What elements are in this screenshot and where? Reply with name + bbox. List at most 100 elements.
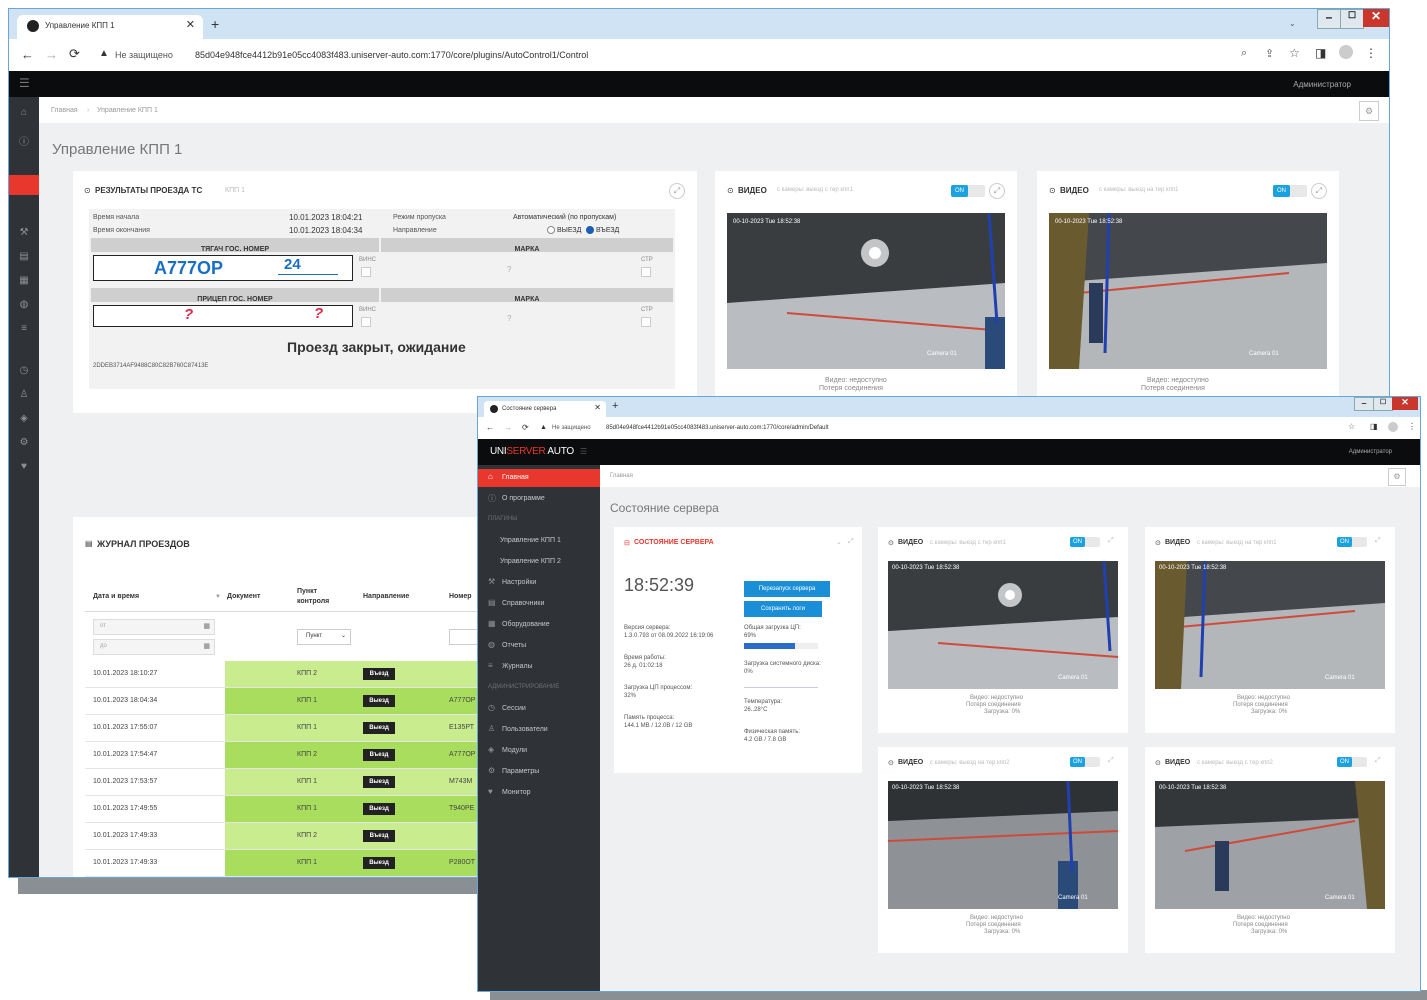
reload-icon[interactable]: ⟳ [522,423,529,432]
sidebar-item[interactable]: Управление КПП 1 [478,532,600,550]
window-minimize-button[interactable]: – [1354,397,1374,411]
window-close-button[interactable]: ✕ [1392,397,1418,410]
clock-icon[interactable]: ◷ [18,365,30,376]
window-maximize-button[interactable]: ☐ [1373,397,1393,411]
trailer-wheels-checkbox[interactable] [361,317,371,327]
list-icon[interactable]: ≡ [18,323,30,334]
sidebar-item[interactable]: ⚙ Параметры [478,763,600,781]
col-point[interactable]: Пункт контроля [297,587,343,607]
zoom-icon[interactable]: ⌕ [1241,47,1247,60]
camera-feed[interactable]: 00-10-2023 Tue 18:52:38 Camera 01 [888,561,1118,689]
sidebar-item[interactable]: ◷ Сессии [478,700,600,718]
expand-icon[interactable]: ⤢ [989,183,1005,199]
window-minimize-button[interactable]: – [1317,9,1341,29]
calendar-icon[interactable]: ▦ [203,642,210,650]
gear-icon[interactable]: ⚙ [18,437,30,448]
collapse-icon[interactable]: ⌄ [836,538,842,546]
camera-feed[interactable]: 00-10-2023 Tue 18:52:38 Camera 01 [727,213,1005,369]
new-tab-icon[interactable]: + [211,16,219,32]
sidebar-item[interactable]: ≡ Журналы [478,658,600,676]
back-nav-icon[interactable]: ← [486,423,494,432]
radio-entry[interactable] [586,226,594,234]
trailer-stp-checkbox[interactable] [641,317,651,327]
heart-icon[interactable]: ♥ [18,461,30,472]
tab-close-icon[interactable]: ✕ [594,403,601,412]
sidebar-item[interactable]: ▦ Оборудование [478,616,600,634]
video-toggle[interactable]: ON [1070,537,1100,547]
book-icon[interactable]: ▤ [18,251,30,262]
table-row[interactable]: 10.01.2023 17:49:33 КПП 1 Выезд Р280ОТ [85,850,493,877]
window-maximize-button[interactable]: ☐ [1340,9,1364,29]
expand-icon[interactable]: ⤢ [669,183,685,199]
camera-feed[interactable]: 00-10-2023 Tue 18:52:38 Camera 01 [1049,213,1327,369]
sort-icon[interactable]: ▼ [215,594,221,600]
window-close-button[interactable]: ✕ [1363,9,1389,27]
camera-feed[interactable]: 00-10-2023 Tue 18:52:38 Camera 01 [1155,781,1385,909]
front-user-menu[interactable]: Администратор [1349,449,1392,455]
expand-icon[interactable]: ⤢ [1375,757,1381,765]
menu-dots-icon[interactable]: ⋮ [1408,422,1416,431]
sidebar-item[interactable]: ▤ Справочники [478,595,600,613]
table-row[interactable]: 10.01.2023 18:10:27 КПП 2 Въезд [85,661,493,688]
table-row[interactable]: 10.01.2023 17:55:07 КПП 1 Выезд Е135РТ [85,715,493,742]
camera-feed[interactable]: 00-10-2023 Tue 18:52:38 Camera 01 [1155,561,1385,689]
table-row[interactable]: 10.01.2023 17:49:33 КПП 2 Въезд [85,823,493,850]
profile-icon[interactable] [1339,45,1353,59]
settings-icon[interactable]: ⚙ [1359,101,1379,121]
calendar-icon[interactable]: ▦ [203,622,210,630]
wheels-checkbox[interactable] [361,267,371,277]
tab-close-icon[interactable]: ✕ [186,18,195,31]
col-document[interactable]: Документ [227,593,260,600]
sidebar-item[interactable]: ♙ Пользователи [478,721,600,739]
sidebar-item[interactable]: ◈ Модули [478,742,600,760]
expand-icon[interactable]: ⤢ [1375,537,1381,545]
sidepanel-icon[interactable]: ◨ [1315,46,1326,60]
sidebar-item[interactable]: ⌂ Главная [478,469,600,487]
video-toggle[interactable]: ON [1337,757,1367,767]
sidebar-item[interactable]: ◍ Отчеты [478,637,600,655]
back-tab[interactable]: Управление КПП 1 ✕ [17,15,203,39]
col-datetime[interactable]: Дата и время [93,593,139,600]
expand-icon[interactable]: ⤢ [1108,537,1114,545]
sidebar-item[interactable]: ⓘ О программе [478,490,600,508]
forward-nav-icon[interactable]: → [45,47,58,62]
box-icon[interactable]: ◈ [18,413,30,424]
table-row[interactable]: 10.01.2023 18:04:34 КПП 1 Выезд А777ОР [85,688,493,715]
camera-feed[interactable]: 00-10-2023 Tue 18:52:38 Camera 01 [888,781,1118,909]
globe-icon[interactable]: ◍ [18,299,30,310]
back-address-input[interactable]: 85d04e948fce4412b91e05cc4083f483.uniserv… [195,50,588,60]
wrench-icon[interactable]: ⚒ [18,227,30,238]
filter-point-select[interactable]: Пункт ⌄ [297,629,351,645]
video-toggle[interactable]: ON [1070,757,1100,767]
stp-checkbox[interactable] [641,267,651,277]
expand-icon[interactable]: ⤢ [1108,757,1114,765]
col-direction[interactable]: Направление [363,593,409,600]
filter-to[interactable]: до ▦ [93,639,215,655]
app-logo[interactable]: UNISERVER AUTO [490,446,574,457]
sidebar-item[interactable]: Управление КПП 2 [478,553,600,571]
grid-icon[interactable]: ▦ [18,275,30,286]
bookmark-star-icon[interactable]: ☆ [1289,46,1300,60]
expand-icon[interactable]: ⤢ [1311,183,1327,199]
breadcrumb-home[interactable]: Главная [51,107,78,114]
back-user-menu[interactable]: Администратор [1293,80,1351,89]
table-row[interactable]: 10.01.2023 17:54:47 КПП 2 Въезд А777ОР [85,742,493,769]
share-icon[interactable]: ⇪ [1265,47,1274,60]
table-row[interactable]: 10.01.2023 17:49:55 КПП 1 Выезд Т940РЕ [85,796,493,823]
expand-icon[interactable]: ⤢ [848,538,854,546]
breadcrumb-home[interactable]: Главная [610,473,633,479]
tab-search-icon[interactable]: ⌄ [1289,19,1296,28]
radio-exit[interactable] [547,226,555,234]
hamburger-icon[interactable]: ☰ [19,76,30,90]
users-icon[interactable]: ♙ [18,389,30,400]
video-toggle[interactable]: ON [1337,537,1367,547]
hamburger-icon[interactable]: ☰ [580,447,587,456]
bookmark-star-icon[interactable]: ☆ [1348,422,1355,431]
sidebar-item[interactable]: ⚒ Настройки [478,574,600,592]
back-nav-icon[interactable]: ← [21,47,34,62]
menu-dots-icon[interactable]: ⋮ [1365,46,1377,60]
save-logs-button[interactable]: Сохранить логи [744,601,822,617]
front-address-input[interactable]: 85d04e948fce4412b91e05cc4083f483.uniserv… [606,425,829,431]
sidebar-item[interactable]: ♥ Монитор [478,784,600,802]
front-tab[interactable]: Состояние сервера ✕ [484,401,606,417]
